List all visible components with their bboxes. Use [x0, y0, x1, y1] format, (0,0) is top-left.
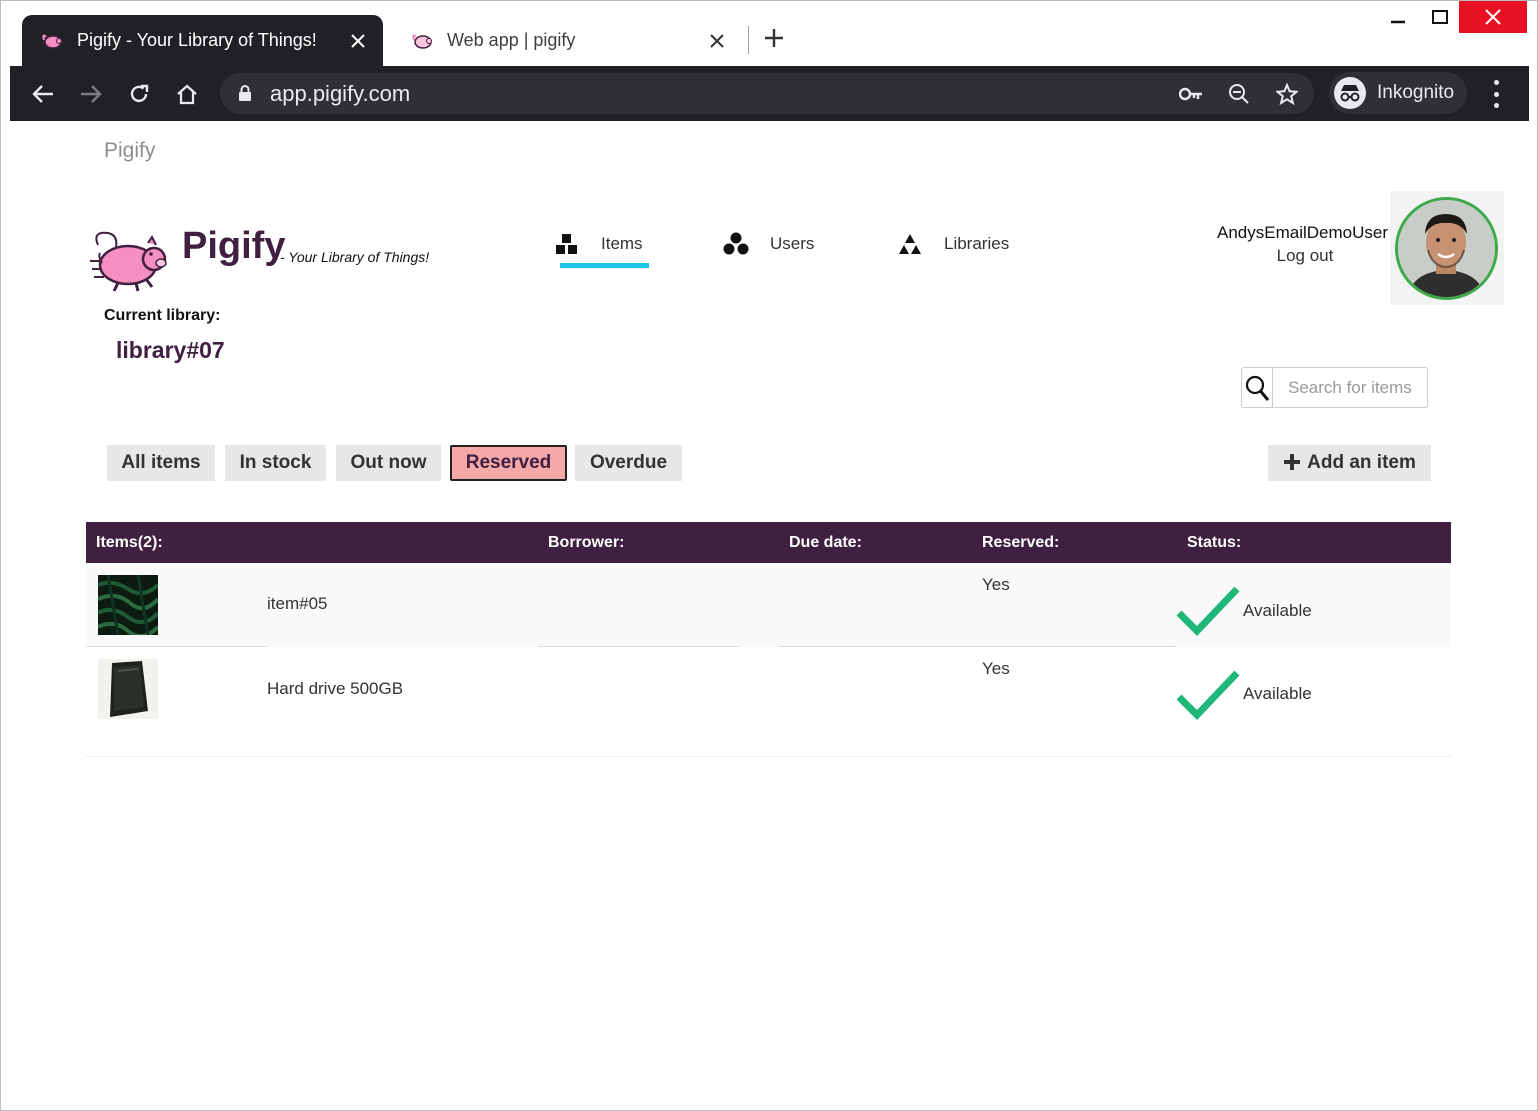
current-library-label: Current library: [104, 307, 221, 324]
table-header: Items(2): Borrower: Due date: Reserved: … [86, 522, 1451, 563]
search-box [1241, 367, 1428, 408]
incognito-indicator[interactable]: Inkognito [1329, 72, 1467, 114]
item-status: Available [1243, 684, 1312, 703]
close-icon[interactable] [706, 30, 728, 52]
nav-items-label: Items [601, 234, 643, 253]
zoom-out-icon[interactable] [1226, 81, 1252, 107]
item-name[interactable]: item#05 [267, 594, 327, 614]
avatar-container [1390, 191, 1504, 305]
page-content: Pigify Pigify - Your Library of Things! … [10, 121, 1529, 1104]
key-icon[interactable] [1178, 81, 1204, 107]
new-tab-plus-icon[interactable] [761, 25, 787, 55]
browser-toolbar: app.pigify.com Inkognito [10, 66, 1529, 121]
maximize-icon[interactable] [1417, 1, 1463, 33]
header-items: Items(2): [96, 534, 163, 551]
nav-users-label: Users [770, 234, 815, 253]
tab-web-app[interactable]: Web app | pigify [392, 15, 742, 66]
boxes-icon [553, 230, 581, 258]
item-reserved: Yes [982, 575, 1010, 594]
filter-all-items[interactable]: All items [107, 445, 215, 481]
avatar[interactable] [1395, 197, 1498, 300]
kebab-menu-icon[interactable] [1484, 80, 1508, 108]
logo-title: Pigify [182, 225, 286, 267]
nav-libraries[interactable]: Libraries [896, 223, 1009, 265]
filter-overdue[interactable]: Overdue [575, 445, 682, 481]
header-status: Status: [1187, 534, 1242, 551]
libraries-icon [896, 230, 924, 258]
header-due-date: Due date: [789, 534, 862, 551]
tab-title: Pigify - Your Library of Things! [77, 30, 317, 50]
users-icon [722, 230, 750, 258]
search-input[interactable] [1274, 369, 1424, 406]
header-reserved: Reserved: [982, 534, 1060, 551]
item-reserved: Yes [982, 659, 1010, 678]
url-text: app.pigify.com [270, 81, 411, 106]
username: AndysEmailDemoUser [1217, 223, 1388, 242]
items-table: Items(2): Borrower: Due date: Reserved: … [86, 522, 1451, 757]
arrow-left-icon[interactable] [27, 78, 59, 110]
pig-favicon-icon [409, 31, 435, 51]
add-item-button[interactable]: Add an item [1268, 445, 1431, 481]
item-name[interactable]: Hard drive 500GB [267, 679, 403, 699]
checkmark-icon [1175, 669, 1241, 721]
add-item-label: Add an item [1307, 452, 1416, 473]
minimize-icon[interactable] [1375, 1, 1421, 33]
close-icon[interactable] [347, 30, 369, 52]
filter-in-stock[interactable]: In stock [225, 445, 326, 481]
item-thumbnail[interactable] [97, 574, 160, 639]
logout-link[interactable]: Log out [1255, 246, 1355, 266]
reload-icon[interactable] [123, 78, 155, 110]
tab-separator [748, 26, 749, 54]
incognito-label: Inkognito [1377, 82, 1455, 103]
tab-title: Web app | pigify [447, 30, 576, 50]
logo-tagline: - Your Library of Things! [280, 249, 430, 265]
browser-window: Pigify - Your Library of Things! Web app… [0, 0, 1538, 1111]
filter-out-now[interactable]: Out now [336, 445, 441, 481]
plus-icon [1283, 453, 1301, 474]
table-row[interactable]: item#05 Yes Available [86, 563, 1451, 647]
tab-strip: Pigify - Your Library of Things! Web app… [10, 1, 1529, 66]
incognito-icon [1334, 77, 1366, 109]
home-icon[interactable] [171, 78, 203, 110]
nav-libraries-label: Libraries [944, 234, 1010, 253]
nav-users[interactable]: Users [722, 223, 814, 265]
address-bar[interactable]: app.pigify.com [220, 73, 1314, 114]
current-library-name[interactable]: library#07 [116, 337, 225, 364]
tab-pigify[interactable]: Pigify - Your Library of Things! [22, 15, 383, 66]
item-thumbnail[interactable] [98, 659, 158, 719]
table-row[interactable]: Hard drive 500GB Yes Available [86, 647, 1451, 757]
arrow-right-icon[interactable] [75, 78, 107, 110]
nav-items[interactable]: Items [553, 223, 643, 265]
lock-icon [238, 85, 252, 107]
window-close-icon[interactable] [1459, 1, 1527, 33]
checkmark-icon [1175, 585, 1241, 637]
pig-favicon-icon [39, 31, 65, 51]
nav-active-underline [560, 263, 649, 268]
navbar-brand[interactable]: Pigify [104, 139, 155, 163]
filter-reserved[interactable]: Reserved [450, 445, 567, 481]
flying-pig-logo-icon [88, 223, 170, 293]
header-borrower: Borrower: [548, 534, 625, 551]
item-status: Available [1243, 601, 1312, 620]
star-icon[interactable] [1274, 81, 1300, 107]
search-icon[interactable] [1242, 368, 1273, 407]
